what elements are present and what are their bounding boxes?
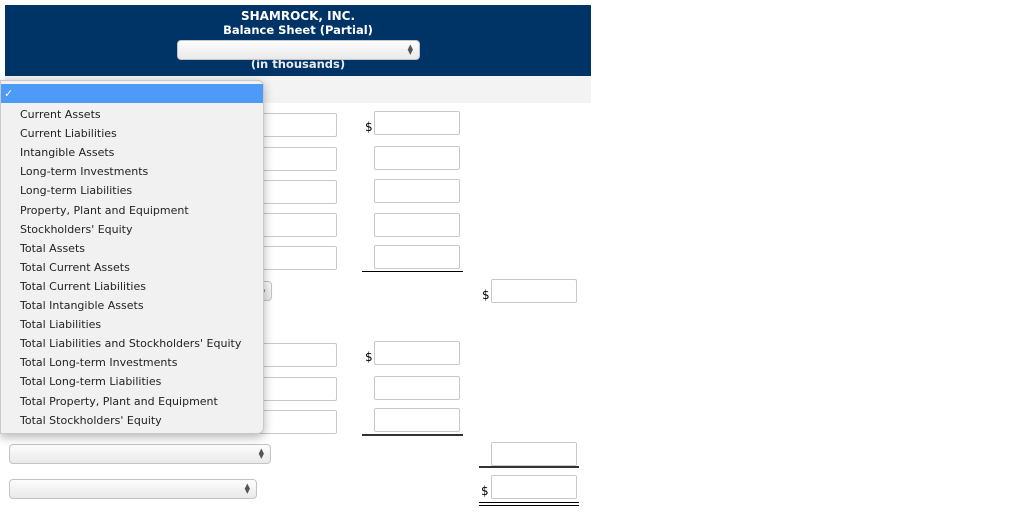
- dropdown-option[interactable]: Total Liabilities: [20, 315, 101, 334]
- dropdown-option[interactable]: Total Intangible Assets: [20, 296, 144, 315]
- section2-total-input[interactable]: [491, 442, 577, 466]
- select-arrows-icon: ▲▼: [407, 43, 413, 56]
- dropdown-option[interactable]: Total Property, Plant and Equipment: [20, 392, 218, 411]
- dropdown-option[interactable]: Total Long-term Liabilities: [20, 372, 161, 391]
- grand-total-select[interactable]: ▲ ▼: [9, 479, 257, 499]
- sum-underline: [362, 271, 463, 272]
- select-arrows-icon: ▲▼: [244, 482, 250, 495]
- section2-total-select[interactable]: ▲ ▼: [9, 444, 271, 464]
- dropdown-option[interactable]: Long-term Liabilities: [20, 181, 132, 200]
- double-underline: [479, 502, 579, 506]
- subtotal-input-1[interactable]: [374, 111, 460, 135]
- subtotal-input-4[interactable]: [374, 213, 460, 237]
- subtotal-input-6[interactable]: [374, 341, 460, 365]
- dollar-sign: $: [482, 288, 490, 302]
- dropdown-option[interactable]: Long-term Investments: [20, 162, 148, 181]
- grand-total-input[interactable]: [491, 475, 577, 499]
- dropdown-option[interactable]: Intangible Assets: [20, 143, 114, 162]
- dropdown-option[interactable]: Current Assets: [20, 105, 101, 124]
- select-arrows-icon: ▲▼: [258, 447, 264, 460]
- dollar-sign: $: [481, 484, 489, 498]
- dropdown-option[interactable]: Total Liabilities and Stockholders' Equi…: [20, 334, 241, 353]
- checkmark-icon: ✓: [4, 87, 14, 100]
- subtotal-input-2[interactable]: [374, 146, 460, 170]
- sum-underline: [362, 434, 463, 436]
- dropdown-option[interactable]: Total Current Assets: [20, 258, 130, 277]
- dropdown-option[interactable]: Total Assets: [20, 239, 85, 258]
- sum-underline: [479, 466, 579, 468]
- date-select[interactable]: ▲ ▼: [177, 40, 420, 60]
- company-name: SHAMROCK, INC.: [240, 9, 356, 23]
- subtotal-input-3[interactable]: [374, 179, 460, 203]
- dropdown-option[interactable]: Total Long-term Investments: [20, 353, 177, 372]
- dropdown-option-blank-selected[interactable]: ✓: [1, 84, 263, 103]
- dropdown-option[interactable]: Stockholders' Equity: [20, 220, 133, 239]
- statement-title: Balance Sheet (Partial): [223, 23, 373, 37]
- dropdown-option[interactable]: Current Liabilities: [20, 124, 117, 143]
- subtotal-input-7[interactable]: [374, 376, 460, 400]
- dropdown-option[interactable]: Property, Plant and Equipment: [20, 201, 189, 220]
- subtotal-input-5[interactable]: [374, 245, 460, 269]
- subtotal-input-8[interactable]: [374, 408, 460, 432]
- dollar-sign: $: [365, 350, 373, 364]
- dollar-sign: $: [365, 120, 373, 134]
- account-dropdown-menu: ✓ Current Assets Current Liabilities Intan…: [0, 80, 264, 434]
- dropdown-option[interactable]: Total Stockholders' Equity: [20, 411, 162, 430]
- section1-total-input[interactable]: [491, 279, 577, 303]
- dropdown-option[interactable]: Total Current Liabilities: [20, 277, 146, 296]
